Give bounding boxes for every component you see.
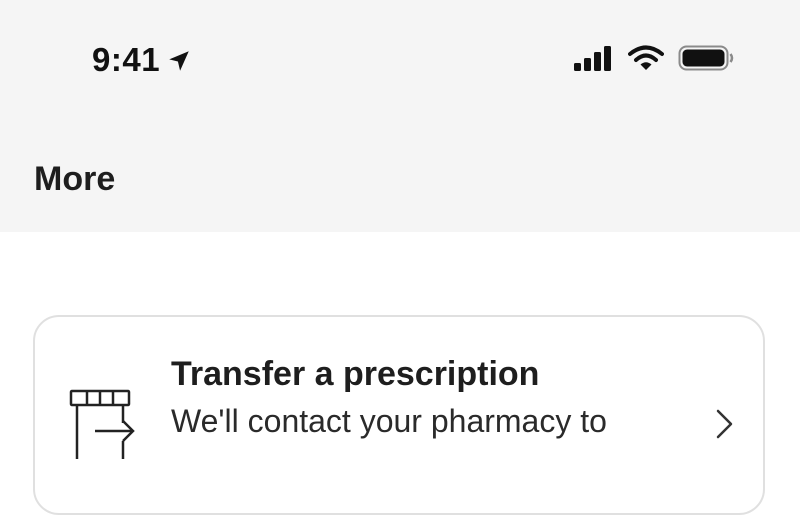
transfer-prescription-card[interactable]: Transfer a prescription We'll contact yo… xyxy=(33,315,765,515)
page-title: More xyxy=(34,160,116,198)
status-bar: 9:41 xyxy=(0,0,800,120)
cellular-signal-icon xyxy=(574,46,611,71)
status-time: 9:41 xyxy=(92,41,161,78)
chevron-right-icon xyxy=(716,409,733,439)
status-time-group: 9:41 xyxy=(92,40,192,80)
prescription-transfer-icon xyxy=(69,389,135,459)
status-icons xyxy=(574,44,734,72)
card-description: We'll contact your pharmacy to xyxy=(171,403,607,439)
header: 9:41 More xyxy=(0,0,800,232)
location-arrow-icon xyxy=(169,51,189,71)
battery-icon xyxy=(678,45,734,71)
wifi-icon xyxy=(628,45,664,70)
card-title: Transfer a prescription xyxy=(171,355,540,393)
